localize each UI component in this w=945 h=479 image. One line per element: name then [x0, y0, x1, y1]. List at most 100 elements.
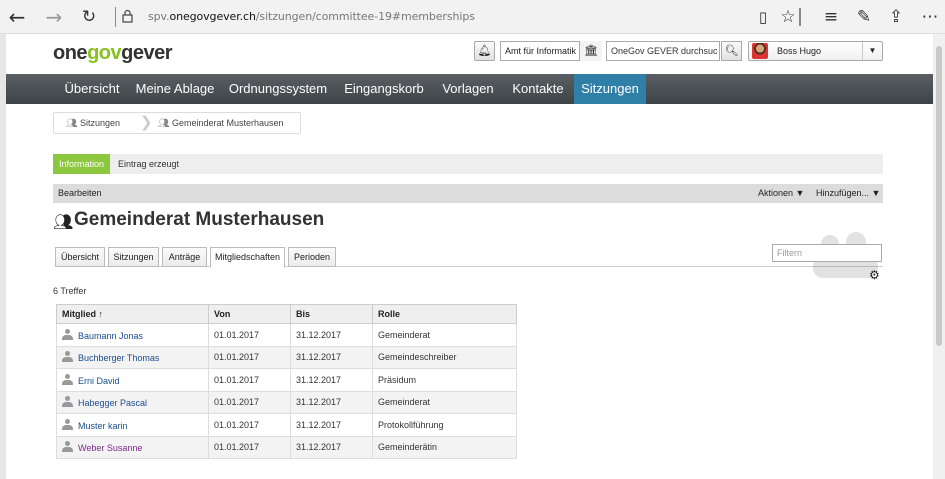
actions-menu[interactable]: Aktionen ▼ [758, 184, 804, 203]
nav-item-eingangskorb[interactable]: Eingangskorb [336, 74, 432, 104]
tab-antraege[interactable]: Anträge [162, 247, 207, 267]
nav-item-uebersicht[interactable]: Übersicht [54, 74, 130, 104]
logo-one: one [53, 42, 88, 64]
url-separator [115, 7, 116, 27]
to-date: 31.12.2017 [290, 323, 373, 347]
from-date: 01.01.2017 [208, 323, 291, 347]
filter-input[interactable]: Filtern [772, 244, 882, 262]
member-link[interactable]: Weber Susanne [78, 443, 142, 453]
tab-uebersicht[interactable]: Übersicht [55, 247, 105, 267]
role: Gemeinderat [372, 390, 517, 414]
user-menu[interactable]: Boss Hugo ▼ [748, 41, 883, 61]
to-date: 31.12.2017 [290, 413, 373, 437]
web-note-icon[interactable]: ✎ [853, 6, 875, 28]
table-row: Buchberger Thomas 01.01.2017 31.12.2017 … [56, 345, 517, 369]
logo-gever: gever [121, 42, 172, 64]
page-title: Gemeinderat Musterhausen [74, 209, 325, 230]
breadcrumb-item-committee[interactable]: 👥︎ Gemeinderat Musterhausen [158, 113, 284, 133]
more-icon[interactable]: ⋯ [917, 6, 943, 28]
search-input[interactable]: OneGov GEVER durchsuc [606, 41, 720, 61]
member-link[interactable]: Erni David [78, 376, 120, 386]
building-icon[interactable]: 🏛︎ [579, 41, 602, 61]
person-icon [62, 396, 73, 408]
person-icon [62, 351, 73, 363]
member-link[interactable]: Buchberger Thomas [78, 353, 159, 363]
to-date: 31.12.2017 [290, 368, 373, 392]
chevron-down-icon[interactable]: ▼ [862, 42, 882, 60]
member-cell: Weber Susanne [56, 435, 209, 459]
breadcrumb-label: Gemeinderat Musterhausen [171, 118, 284, 128]
user-name: Boss Hugo [777, 46, 822, 56]
table-row: Habegger Pascal 01.01.2017 31.12.2017 Ge… [56, 390, 517, 414]
member-link[interactable]: Habegger Pascal [78, 398, 147, 408]
to-date: 31.12.2017 [290, 345, 373, 369]
member-cell: Erni David [56, 368, 209, 392]
logo[interactable]: onegovgever [53, 42, 172, 65]
meeting-icon: 👥︎ [66, 118, 80, 128]
person-icon [62, 441, 73, 453]
edit-bar: Bearbeiten Aktionen ▼ Hinzufügen... ▼ [53, 184, 883, 203]
memberships-table: Mitglied ↑ Von Bis Rolle Baumann Jonas 0… [56, 304, 517, 459]
org-unit-label: Amt für Informatik [505, 46, 577, 56]
gear-icon[interactable]: ⚙ [869, 268, 880, 282]
committee-icon: 👥︎ [53, 214, 74, 231]
refresh-icon[interactable]: ↻ [77, 5, 101, 29]
person-icon [62, 328, 73, 340]
table-row: Weber Susanne 01.01.2017 31.12.2017 Geme… [56, 435, 517, 459]
to-date: 31.12.2017 [290, 390, 373, 414]
column-header-von[interactable]: Von [208, 304, 291, 324]
browser-toolbar: ← → ↻ spv.onegovgever.ch/sitzungen/commi… [0, 0, 945, 34]
from-date: 01.01.2017 [208, 390, 291, 414]
nav-item-ordnungssystem[interactable]: Ordnungssystem [220, 74, 336, 104]
address-bar[interactable]: spv.onegovgever.ch/sitzungen/committee-1… [148, 10, 475, 23]
chrome-separator [799, 8, 801, 26]
tab-sitzungen[interactable]: Sitzungen [108, 247, 159, 267]
role: Gemeindeschreiber [372, 345, 517, 369]
notifications-bell-icon[interactable]: 🔔︎ [474, 41, 495, 61]
url-path: /sitzungen/committee-19#memberships [255, 10, 475, 23]
search-icon[interactable]: 🔍︎ [721, 41, 742, 61]
nav-item-vorlagen[interactable]: Vorlagen [432, 74, 504, 104]
edit-button[interactable]: Bearbeiten [58, 184, 102, 203]
info-text: Eintrag erzeugt [118, 159, 180, 169]
tab-perioden[interactable]: Perioden [288, 247, 336, 267]
role: Gemeinderätin [372, 435, 517, 459]
lock-icon [122, 9, 133, 23]
member-link[interactable]: Baumann Jonas [78, 331, 143, 341]
column-header-rolle[interactable]: Rolle [372, 304, 517, 324]
person-icon [62, 418, 73, 430]
nav-item-meine-ablage[interactable]: Meine Ablage [130, 74, 220, 104]
forward-icon[interactable]: → [42, 5, 66, 29]
member-cell: Habegger Pascal [56, 390, 209, 414]
tab-mitgliedschaften[interactable]: Mitgliedschaften [210, 247, 285, 268]
info-message: Information Eintrag erzeugt [53, 154, 883, 174]
avatar [752, 43, 768, 59]
member-cell: Buchberger Thomas [56, 345, 209, 369]
nav-item-sitzungen[interactable]: Sitzungen [574, 74, 646, 104]
info-label: Information [53, 154, 111, 174]
scrollbar-thumb[interactable] [936, 46, 942, 346]
table-header-row: Mitglied ↑ Von Bis Rolle [56, 304, 517, 324]
hub-icon[interactable]: ≡ [820, 6, 842, 28]
table-row: Baumann Jonas 01.01.2017 31.12.2017 Geme… [56, 323, 517, 347]
from-date: 01.01.2017 [208, 413, 291, 437]
breadcrumb-item-sitzungen[interactable]: 👥︎ Sitzungen [66, 113, 120, 133]
add-menu[interactable]: Hinzufügen... ▼ [816, 184, 880, 203]
logo-gov: gov [87, 42, 122, 64]
favorite-star-icon[interactable]: ☆ [777, 6, 799, 28]
main-navigation: Übersicht Meine Ablage Ordnungssystem Ei… [6, 74, 933, 104]
result-count: 6 Treffer [53, 286, 87, 296]
back-icon[interactable]: ← [5, 5, 29, 29]
column-header-bis[interactable]: Bis [290, 304, 373, 324]
column-header-mitglied[interactable]: Mitglied ↑ [56, 304, 209, 324]
member-link[interactable]: Muster karin [78, 421, 128, 431]
from-date: 01.01.2017 [208, 345, 291, 369]
nav-item-kontakte[interactable]: Kontakte [504, 74, 572, 104]
role: Präsidum [372, 368, 517, 392]
breadcrumb-label: Sitzungen [79, 118, 120, 128]
share-icon[interactable]: ⇪ [885, 6, 907, 28]
reading-view-icon[interactable]: ▯ [752, 6, 774, 28]
table-row: Erni David 01.01.2017 31.12.2017 Präsidu… [56, 368, 517, 392]
to-date: 31.12.2017 [290, 435, 373, 459]
role: Gemeinderat [372, 323, 517, 347]
